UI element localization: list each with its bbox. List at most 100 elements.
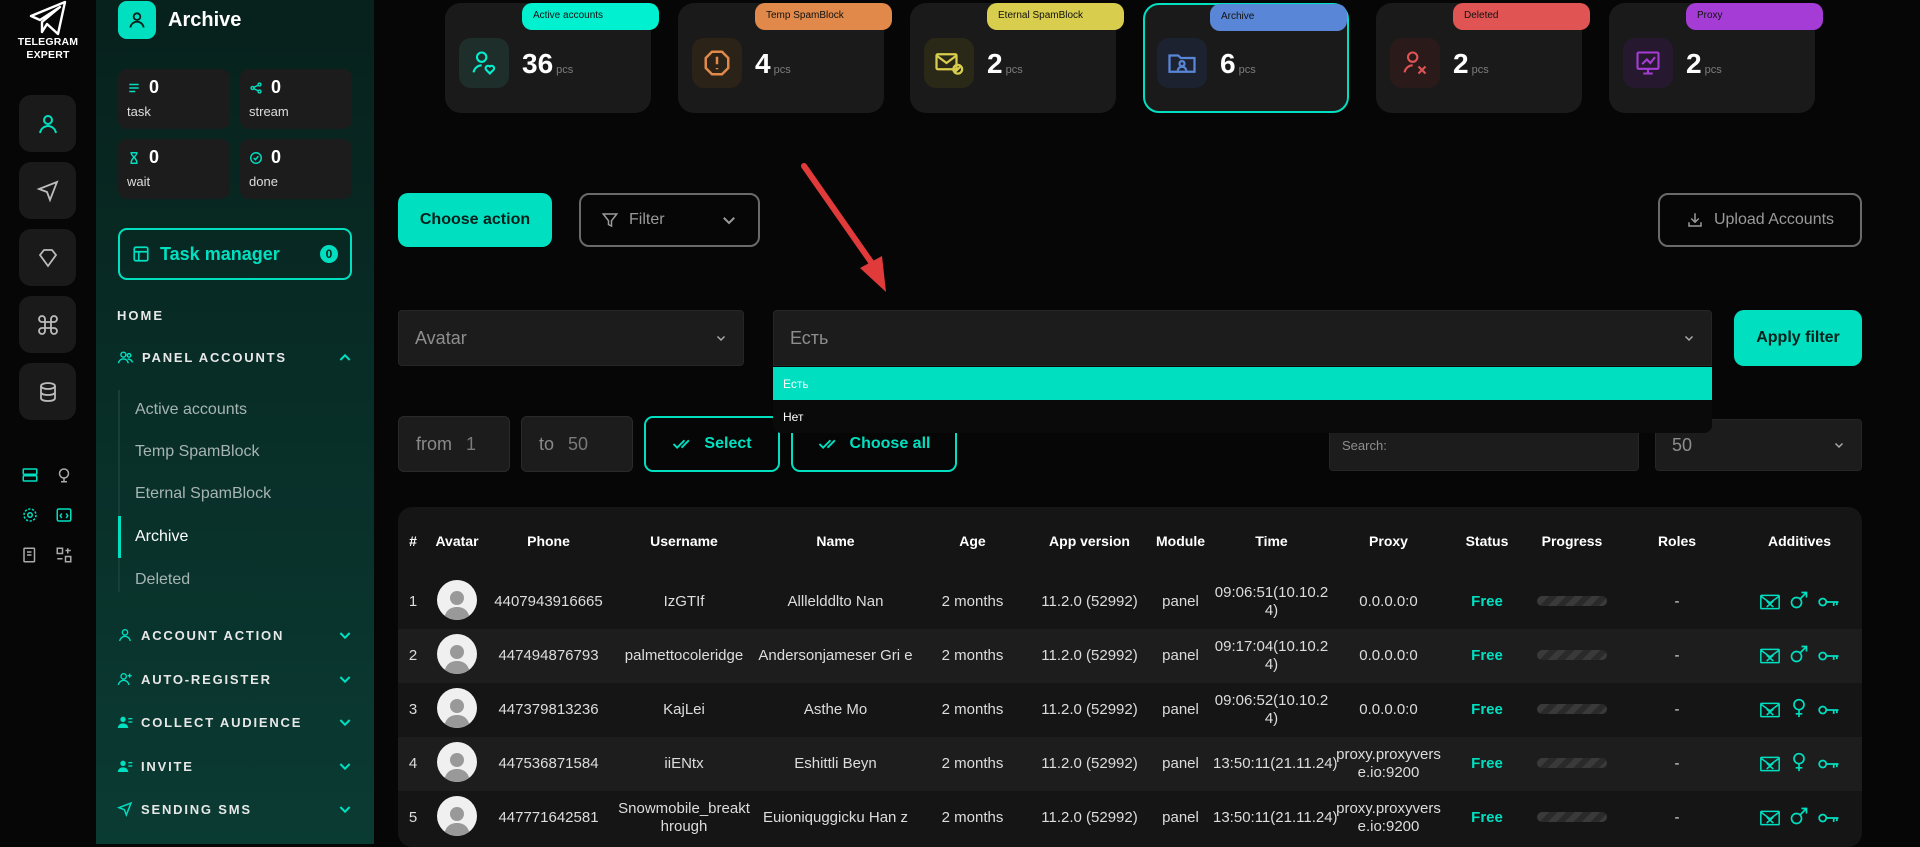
apply-filter-button[interactable]: Apply filter — [1734, 310, 1862, 366]
range-to-input[interactable]: to 50 — [521, 416, 633, 472]
cell-avatar — [428, 687, 486, 733]
col-username[interactable]: Username — [611, 532, 757, 550]
dropdown-option-yes[interactable]: Есть — [773, 367, 1712, 400]
rail-apps-button[interactable] — [52, 543, 76, 567]
rail-server-button[interactable] — [18, 463, 42, 487]
chevron-up-icon — [339, 353, 351, 361]
mail-x-icon[interactable] — [1759, 647, 1780, 665]
rail-webcam-button[interactable] — [52, 463, 76, 487]
filter-field-select[interactable]: Avatar — [398, 310, 744, 366]
avatar[interactable] — [437, 795, 477, 836]
key-icon[interactable] — [1817, 595, 1840, 609]
table-row[interactable]: 4 447536871584 iiENtx Eshittli Beyn 2 mo… — [398, 737, 1862, 791]
cell-proxy: 0.0.0.0:0 — [1359, 701, 1418, 718]
avatar[interactable] — [437, 633, 477, 674]
table-row[interactable]: 3 447379813236 KajLei Asthe Mo 2 months … — [398, 683, 1862, 737]
mail-x-icon[interactable] — [1759, 809, 1780, 827]
rail-notes-button[interactable] — [18, 543, 42, 567]
mail-x-icon[interactable] — [1759, 755, 1780, 773]
chevron-down-icon — [339, 719, 351, 727]
rail-accounts-button[interactable] — [19, 95, 76, 152]
stat-task-value: 0 — [149, 77, 160, 97]
hourglass-icon — [130, 151, 138, 164]
cell-avatar — [428, 579, 486, 625]
cell-avatar — [428, 795, 486, 841]
task-manager-label: Task manager — [160, 243, 280, 264]
range-from-input[interactable]: from 1 — [398, 416, 510, 472]
col-status[interactable]: Status — [1447, 532, 1527, 550]
nav-home[interactable]: HOME — [117, 308, 164, 323]
logo[interactable]: TELEGRAM EXPERT — [10, 0, 86, 62]
col-module[interactable]: Module — [1148, 532, 1213, 550]
cell-additives — [1737, 806, 1862, 831]
filter-value-select[interactable]: Есть — [773, 310, 1712, 366]
col-name[interactable]: Name — [757, 532, 914, 550]
funnel-icon — [601, 213, 619, 228]
card-active-accounts[interactable]: Active accounts 36 pcs — [445, 3, 659, 113]
nav-active-accounts[interactable]: Active accounts — [135, 401, 247, 419]
key-icon[interactable] — [1817, 757, 1840, 771]
server-icon — [22, 468, 38, 482]
col-time[interactable]: Time — [1213, 532, 1330, 550]
icon-rail: TELEGRAM EXPERT — [0, 0, 96, 844]
filter-button[interactable]: Filter — [579, 193, 760, 247]
nav-archive[interactable]: Archive — [135, 528, 188, 546]
key-icon[interactable] — [1817, 649, 1840, 663]
webcam-icon — [58, 468, 70, 483]
table-row[interactable]: 1 4407943916665 IzGTIf Alllelddlto Nan 2… — [398, 575, 1862, 629]
nav-collect-audience[interactable]: COLLECT AUDIENCE — [117, 714, 353, 730]
mail-x-icon[interactable] — [1759, 593, 1780, 611]
cell-name: Alllelddlto Nan — [787, 593, 884, 610]
card-temp-spamblock[interactable]: Temp SpamBlock 4 pcs — [678, 3, 892, 113]
nav-panel-accounts[interactable]: PANEL ACCOUNTS — [117, 349, 353, 366]
stat-task-label: task — [127, 104, 151, 119]
rail-database-button[interactable] — [19, 363, 76, 420]
nav-temp-spamblock[interactable]: Temp SpamBlock — [135, 443, 260, 461]
share-icon — [250, 81, 262, 94]
card-proxy[interactable]: Proxy 2 pcs — [1609, 3, 1823, 113]
rail-code-button[interactable] — [52, 503, 76, 527]
task-manager-button[interactable]: Task manager 0 — [118, 228, 352, 280]
dropdown-option-no[interactable]: Нет — [773, 400, 1712, 433]
mail-block-icon — [924, 38, 974, 88]
col-age[interactable]: Age — [914, 532, 1031, 550]
nav-account-action[interactable]: ACCOUNT ACTION — [117, 627, 353, 643]
person-silhouette-icon — [444, 752, 470, 782]
avatar[interactable] — [437, 579, 477, 620]
nav-eternal-spamblock[interactable]: Eternal SpamBlock — [135, 485, 271, 503]
mail-x-icon[interactable] — [1759, 701, 1780, 719]
apps-icon — [56, 547, 72, 563]
avatar[interactable] — [437, 687, 477, 728]
card-deleted[interactable]: Deleted 2 pcs — [1376, 3, 1590, 113]
nav-deleted[interactable]: Deleted — [135, 571, 190, 589]
key-icon[interactable] — [1817, 811, 1840, 825]
nav-invite[interactable]: INVITE — [117, 758, 353, 774]
table-row[interactable]: 5 447771642581 Snowmobile_breakt hrough … — [398, 791, 1862, 845]
rail-command-button[interactable] — [19, 296, 76, 353]
notes-icon — [23, 547, 36, 563]
card-archive[interactable]: Archive 6 pcs — [1143, 3, 1349, 113]
col-proxy[interactable]: Proxy — [1330, 532, 1447, 550]
nav-auto-register[interactable]: AUTO-REGISTER — [117, 671, 353, 687]
cell-number: 3 — [408, 701, 418, 718]
cell-module: panel — [1162, 701, 1199, 718]
stat-done-value: 0 — [271, 147, 282, 167]
accounts-table: # Avatar Phone Username Name Age App ver… — [398, 507, 1862, 847]
col-app-version[interactable]: App version — [1031, 532, 1148, 550]
task-manager-count: 0 — [320, 245, 338, 263]
range-from-value: 1 — [466, 433, 477, 454]
rail-send-button[interactable] — [19, 162, 76, 219]
avatar[interactable] — [437, 741, 477, 782]
rail-premium-button[interactable] — [19, 229, 76, 286]
col-phone[interactable]: Phone — [486, 532, 611, 550]
nav-sending-sms[interactable]: SENDING SMS — [117, 801, 353, 817]
choose-action-button[interactable]: Choose action — [398, 193, 552, 247]
rail-settings-button[interactable] — [18, 503, 42, 527]
key-icon[interactable] — [1817, 703, 1840, 717]
logo-line2: EXPERT — [26, 49, 70, 61]
card-eternal-spamblock[interactable]: Eternal SpamBlock 2 pcs — [910, 3, 1124, 113]
cell-progress — [1527, 593, 1617, 611]
upload-accounts-button[interactable]: Upload Accounts — [1658, 193, 1862, 247]
select-button[interactable]: Select — [644, 416, 780, 472]
table-row[interactable]: 2 447494876793 palmettocoleridge Anderso… — [398, 629, 1862, 683]
